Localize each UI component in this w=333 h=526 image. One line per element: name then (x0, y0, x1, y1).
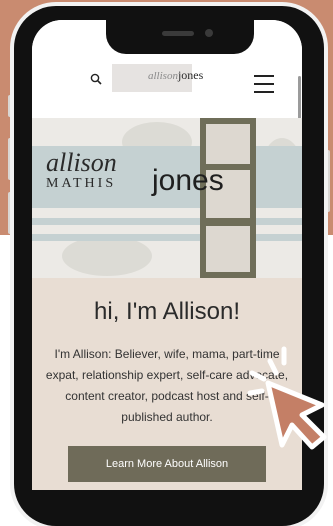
hero-banner: allison MATHIS jones (32, 118, 302, 278)
pointer-cursor-icon (247, 346, 327, 450)
photo-filmstrip (200, 118, 256, 278)
decorative-leaf (62, 236, 152, 276)
photo-frame (206, 226, 250, 272)
brand-first-name: allison (46, 148, 117, 177)
phone-side-button (324, 150, 330, 212)
logo-last-name: jones (177, 68, 204, 82)
menu-icon[interactable] (254, 75, 274, 93)
accent-stripe (32, 234, 302, 241)
brand-last-name: jones (152, 164, 224, 197)
learn-more-button[interactable]: Learn More About Allison (68, 446, 266, 482)
site-logo[interactable]: allisonjones (148, 68, 203, 83)
photo-frame (206, 124, 250, 164)
search-icon[interactable] (90, 73, 102, 85)
speaker-grille (162, 31, 194, 36)
brand-middle-name: MATHIS (46, 176, 117, 191)
phone-notch (106, 18, 254, 54)
front-camera (205, 29, 213, 37)
accent-stripe (32, 218, 302, 225)
logo-first-name: allison (148, 70, 178, 82)
intro-title: hi, I'm Allison! (94, 298, 240, 325)
